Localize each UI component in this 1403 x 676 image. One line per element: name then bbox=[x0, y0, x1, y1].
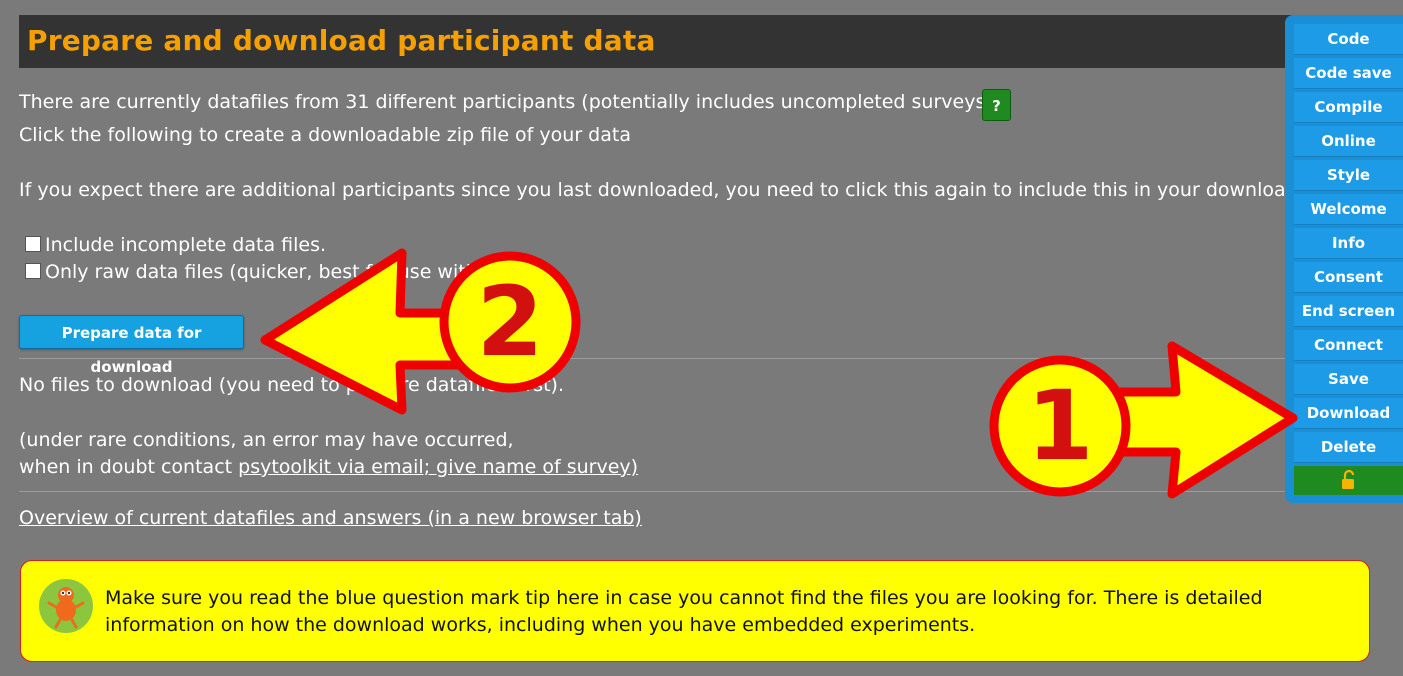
sidebar-item-online[interactable]: Online bbox=[1294, 126, 1403, 157]
include-incomplete-checkbox[interactable] bbox=[25, 236, 41, 252]
rare-error-text: (under rare conditions, an error may hav… bbox=[19, 429, 514, 451]
raw-data-option[interactable]: Only raw data files (quicker, best for u… bbox=[25, 261, 478, 283]
page-header: Prepare and download participant data bbox=[19, 15, 1309, 68]
additional-participants-text: If you expect there are additional parti… bbox=[19, 179, 1304, 201]
sidebar-item-code-save[interactable]: Code save bbox=[1294, 58, 1403, 89]
sidebar-item-connect[interactable]: Connect bbox=[1294, 330, 1403, 361]
include-incomplete-option[interactable]: Include incomplete data files. bbox=[25, 234, 326, 256]
sidebar-item-info[interactable]: Info bbox=[1294, 228, 1403, 259]
arrow-1-pointer bbox=[1103, 341, 1298, 499]
contact-prefix: when in doubt contact bbox=[19, 456, 239, 478]
contact-email-link[interactable]: psytoolkit via email; give name of surve… bbox=[238, 456, 638, 478]
sidebar-item-compile[interactable]: Compile bbox=[1294, 92, 1403, 123]
participant-count-text: There are currently datafiles from 31 di… bbox=[19, 91, 999, 113]
unlock-icon bbox=[1342, 469, 1355, 489]
sidebar-item-download[interactable]: Download bbox=[1294, 398, 1403, 429]
annotation-number-1: 1 bbox=[1026, 370, 1094, 482]
divider bbox=[19, 491, 1285, 492]
raw-data-checkbox[interactable] bbox=[25, 263, 41, 279]
contact-line: when in doubt contact psytoolkit via ema… bbox=[19, 456, 638, 478]
prepare-download-button[interactable]: Prepare data for download bbox=[19, 315, 244, 376]
tip-box: Make sure you read the blue question mar… bbox=[20, 560, 1370, 662]
sidebar-item-save[interactable]: Save bbox=[1294, 364, 1403, 395]
sidebar-item-welcome[interactable]: Welcome bbox=[1294, 194, 1403, 225]
raw-data-label: Only raw data files (quicker, best for u… bbox=[45, 261, 478, 283]
annotation-number-2: 2 bbox=[476, 266, 544, 378]
tip-text: Make sure you read the blue question mar… bbox=[105, 587, 1263, 636]
sidebar-lock-button[interactable] bbox=[1294, 466, 1403, 495]
sidebar: Code Code save Compile Online Style Welc… bbox=[1285, 15, 1403, 503]
sidebar-item-consent[interactable]: Consent bbox=[1294, 262, 1403, 293]
overview-link[interactable]: Overview of current datafiles and answer… bbox=[19, 507, 642, 529]
page-title: Prepare and download participant data bbox=[27, 24, 656, 57]
page: Prepare and download participant data Th… bbox=[0, 0, 1403, 676]
mascot-icon bbox=[39, 579, 93, 633]
include-incomplete-label: Include incomplete data files. bbox=[45, 234, 327, 256]
sidebar-item-code[interactable]: Code bbox=[1294, 24, 1403, 55]
sidebar-item-end-screen[interactable]: End screen bbox=[1294, 296, 1403, 327]
sidebar-item-style[interactable]: Style bbox=[1294, 160, 1403, 191]
mascot-graphic bbox=[47, 587, 85, 629]
divider bbox=[19, 358, 1285, 359]
help-button[interactable]: ? bbox=[982, 89, 1011, 121]
sidebar-item-delete[interactable]: Delete bbox=[1294, 432, 1403, 463]
instruction-text: Click the following to create a download… bbox=[19, 124, 631, 146]
